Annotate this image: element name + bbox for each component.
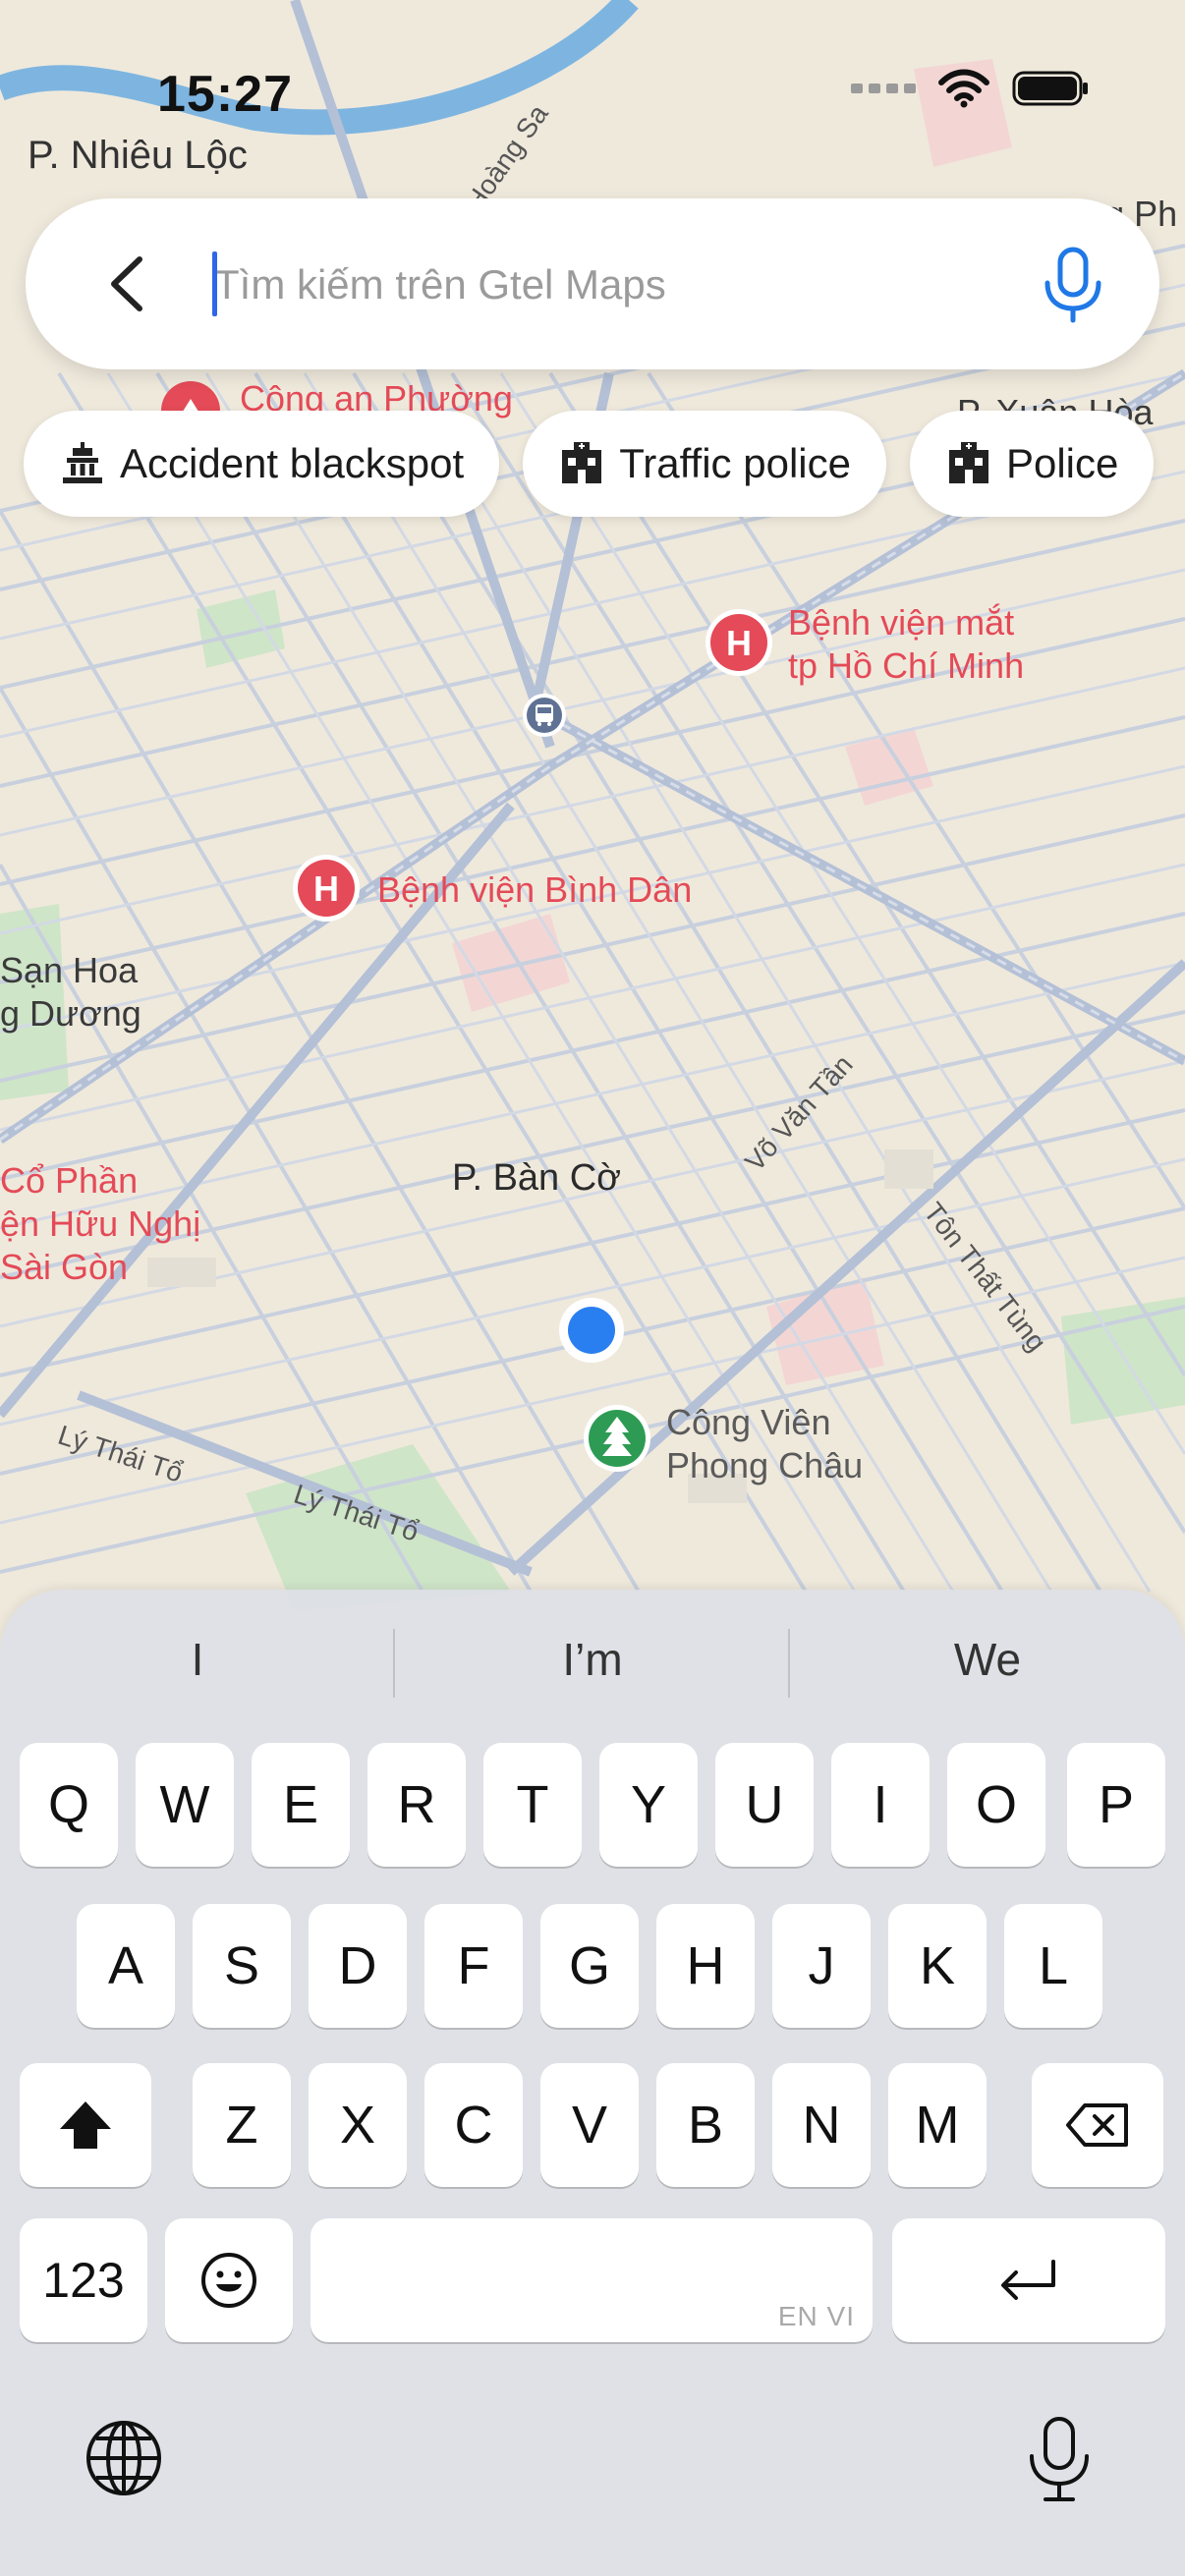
hospital-pin-icon: H: [705, 609, 772, 676]
hospital-pin-icon: H: [293, 855, 360, 922]
chip-police[interactable]: Police: [909, 411, 1155, 517]
key-t[interactable]: T: [483, 1743, 582, 1867]
police-building-icon: [948, 442, 988, 483]
status-time: 15:27: [157, 66, 293, 123]
voice-search-mic-icon[interactable]: [1034, 244, 1112, 324]
cellular-dots-icon: [851, 84, 916, 93]
text-caret: [212, 252, 217, 316]
location-dot-icon: [559, 1298, 624, 1363]
key-x[interactable]: X: [309, 2063, 407, 2187]
key-v[interactable]: V: [540, 2063, 639, 2187]
back-icon[interactable]: [94, 250, 163, 318]
poi-label-line: Phong Châu: [666, 1445, 864, 1485]
search-bar: [26, 198, 1159, 369]
chip-label: Accident blackspot: [120, 440, 465, 486]
key-a[interactable]: A: [77, 1904, 175, 2028]
shift-key[interactable]: [20, 2063, 151, 2187]
space-language-label: EN VI: [777, 2301, 855, 2331]
poi-hotel-label: Sạn Hoa g Dương: [0, 949, 141, 1036]
dictation-mic-icon[interactable]: [1022, 2413, 1097, 2505]
key-p[interactable]: P: [1067, 1743, 1165, 1867]
shift-arrow-icon: [60, 2101, 111, 2149]
poi-label-line: Sạn Hoa: [0, 950, 139, 990]
key-s[interactable]: S: [193, 1904, 291, 2028]
status-icons: [851, 69, 1091, 108]
key-c[interactable]: C: [424, 2063, 523, 2187]
key-q[interactable]: Q: [20, 1743, 118, 1867]
emoji-key[interactable]: [165, 2218, 293, 2342]
key-l[interactable]: L: [1004, 1904, 1102, 2028]
svg-text:H: H: [313, 868, 339, 909]
poi-eye-hospital-label: Bệnh viện mắt tp Hồ Chí Minh: [788, 601, 1024, 688]
poi-binh-dan-label: Bệnh viện Bình Dân: [377, 869, 693, 910]
key-m[interactable]: M: [888, 2063, 987, 2187]
current-location-marker: [556, 1295, 627, 1371]
return-icon: [1001, 2260, 1055, 2300]
key-i[interactable]: I: [831, 1743, 930, 1867]
poi-huu-nghi-label: Cổ Phần ện Hữu Nghị Sài Gòn: [0, 1159, 200, 1289]
suggestion-2[interactable]: I’m: [395, 1633, 790, 1686]
globe-icon[interactable]: [83, 2417, 165, 2499]
keyboard: I I’m We Q W E R T Y U I O P A S D F G H…: [0, 1590, 1185, 2576]
key-f[interactable]: F: [424, 1904, 523, 2028]
key-o[interactable]: O: [947, 1743, 1045, 1867]
chip-traffic-police[interactable]: Traffic police: [523, 411, 886, 517]
chip-accident-blackspot[interactable]: Accident blackspot: [24, 411, 500, 517]
suggestion-1[interactable]: I: [0, 1633, 395, 1686]
bus-stop-icon: [523, 694, 566, 737]
backspace-icon: [1066, 2103, 1128, 2147]
battery-icon: [1012, 71, 1088, 106]
wifi-icon: [938, 69, 989, 108]
key-r[interactable]: R: [367, 1743, 466, 1867]
key-h[interactable]: H: [656, 1904, 755, 2028]
key-z[interactable]: Z: [193, 2063, 291, 2187]
space-key[interactable]: EN VI: [310, 2218, 873, 2342]
key-g[interactable]: G: [540, 1904, 639, 2028]
poi-label-line: Bệnh viện mắt: [788, 602, 1015, 643]
poi-eye-hospital[interactable]: H: [704, 607, 774, 683]
key-d[interactable]: D: [309, 1904, 407, 2028]
key-n[interactable]: N: [772, 2063, 871, 2187]
return-key[interactable]: [892, 2218, 1165, 2342]
poi-park-label: Công Viên Phong Châu: [666, 1401, 863, 1487]
key-y[interactable]: Y: [599, 1743, 698, 1867]
category-chips: Accident blackspot Traffic police Police: [24, 411, 1155, 517]
poi-label-line: Sài Gòn: [0, 1247, 129, 1287]
poi-label-line: ện Hữu Nghị: [0, 1204, 201, 1244]
ward-label-ban-co: P. Bàn Cờ: [452, 1157, 622, 1199]
chip-label: Police: [1005, 440, 1119, 486]
emoji-icon: [201, 2253, 256, 2308]
key-j[interactable]: J: [772, 1904, 871, 2028]
delete-key[interactable]: [1032, 2063, 1163, 2187]
bus-stop[interactable]: [521, 692, 568, 744]
poi-label-line: Cổ Phần: [0, 1160, 139, 1201]
monument-icon: [63, 442, 102, 483]
poi-label-line: g Dương: [0, 993, 141, 1034]
key-e[interactable]: E: [252, 1743, 350, 1867]
police-building-icon: [562, 442, 602, 483]
svg-text:H: H: [726, 623, 752, 663]
poi-binh-dan-hospital[interactable]: H: [291, 853, 362, 928]
poi-label-line: Công Viên: [666, 1402, 831, 1442]
park-pin-icon: [584, 1405, 650, 1472]
poi-phong-chau-park[interactable]: [582, 1403, 652, 1479]
numbers-key[interactable]: 123: [20, 2218, 147, 2342]
poi-label-line: tp Hồ Chí Minh: [788, 645, 1025, 686]
suggestion-3[interactable]: We: [790, 1633, 1185, 1686]
key-b[interactable]: B: [656, 2063, 755, 2187]
key-u[interactable]: U: [715, 1743, 814, 1867]
search-input[interactable]: [212, 250, 1042, 320]
key-w[interactable]: W: [136, 1743, 234, 1867]
key-k[interactable]: K: [888, 1904, 987, 2028]
chip-label: Traffic police: [619, 440, 851, 486]
ward-label-nhieu-loc: P. Nhiêu Lộc: [28, 134, 248, 177]
